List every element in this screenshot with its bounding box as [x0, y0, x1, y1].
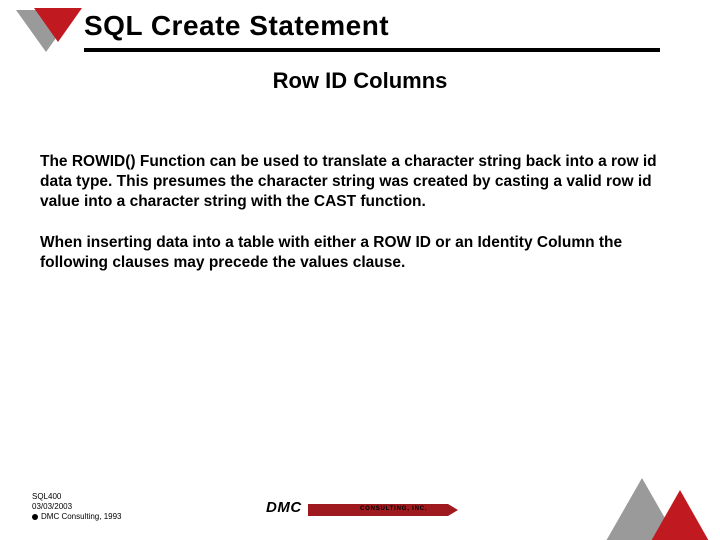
copyright-icon — [32, 514, 38, 520]
footer-copyright: DMC Consulting, 1993 — [41, 512, 121, 521]
footer-decoration — [600, 460, 720, 540]
footer-date: 03/03/2003 — [32, 502, 121, 512]
title-underline — [84, 48, 660, 52]
logo-sub-text: CONSULTING, INC. — [360, 506, 427, 512]
triangle-red-icon — [34, 8, 82, 42]
dmc-logo: DMC CONSULTING, INC. — [262, 494, 462, 524]
logo-main-text: DMC — [266, 499, 302, 516]
header-decoration — [16, 8, 86, 66]
paragraph-2: When inserting data into a table with ei… — [40, 233, 680, 273]
slide: SQL Create Statement Row ID Columns The … — [0, 0, 720, 540]
page-title: SQL Create Statement — [84, 10, 389, 42]
paragraph-1: The ROWID() Function can be used to tran… — [40, 152, 680, 211]
footer-meta: SQL400 03/03/2003 DMC Consulting, 1993 — [32, 492, 121, 522]
body-text: The ROWID() Function can be used to tran… — [40, 152, 680, 295]
triangle-red-icon — [646, 490, 714, 540]
page-subtitle: Row ID Columns — [0, 68, 720, 94]
footer-code: SQL400 — [32, 492, 61, 501]
